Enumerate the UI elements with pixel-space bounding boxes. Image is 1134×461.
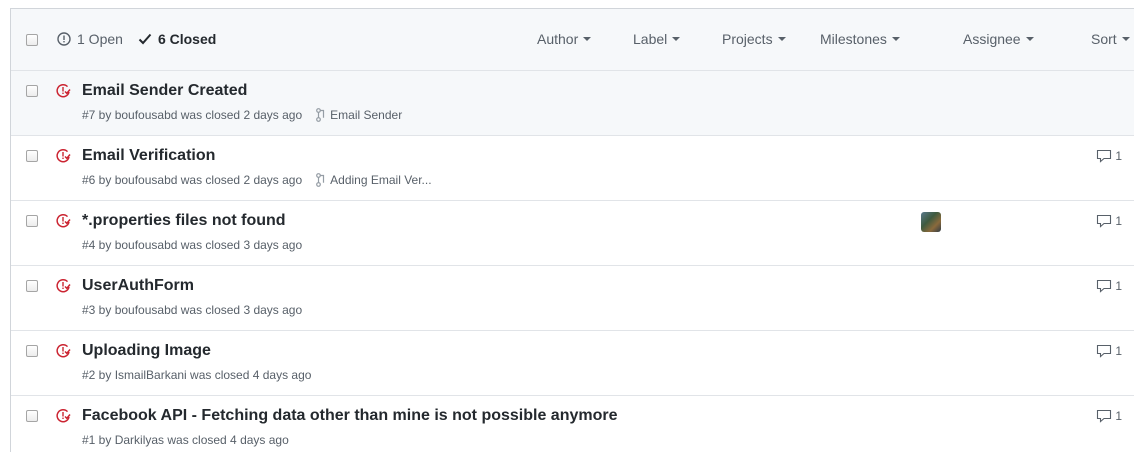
git-pull-request-icon <box>316 108 326 122</box>
issue-meta-text: #3 by boufousabd was closed 3 days ago <box>82 303 303 317</box>
issue-checkbox[interactable] <box>26 85 38 97</box>
comment-count: 1 <box>1115 149 1122 163</box>
issue-checkbox[interactable] <box>26 150 38 162</box>
milestones-filter-label: Milestones <box>820 31 887 47</box>
issue-meta: #3 by boufousabd was closed 3 days ago <box>82 303 302 317</box>
comment-count: 1 <box>1115 279 1122 293</box>
label-filter-label: Label <box>633 31 668 47</box>
closed-issues-label: 6 Closed <box>157 31 217 47</box>
comment-icon <box>1096 279 1112 293</box>
issue-closed-icon <box>55 343 71 364</box>
issue-title[interactable]: Email Sender Created <box>82 82 247 100</box>
linked-pr-label: Email Sender <box>330 108 403 122</box>
author-filter-label: Author <box>537 31 579 47</box>
issue-closed-icon <box>55 213 71 234</box>
issue-closed-icon <box>55 83 71 104</box>
projects-filter[interactable]: Projects <box>722 31 786 47</box>
issue-meta: #1 by Darkilyas was closed 4 days ago <box>82 433 289 447</box>
issue-row: Email Verification #6 by boufousabd was … <box>11 136 1134 201</box>
caret-down-icon <box>672 37 681 41</box>
caret-down-icon <box>891 37 900 41</box>
sort-filter-label: Sort <box>1091 31 1117 47</box>
issue-row: Uploading Image #2 by IsmailBarkani was … <box>11 331 1134 396</box>
check-icon <box>138 33 152 45</box>
author-filter[interactable]: Author <box>537 31 592 47</box>
issue-meta-text: #1 by Darkilyas was closed 4 days ago <box>82 433 289 447</box>
milestones-filter[interactable]: Milestones <box>820 31 900 47</box>
assignee-avatar[interactable] <box>921 212 941 232</box>
comment-count: 1 <box>1115 409 1122 423</box>
linked-pr-label: Adding Email Ver... <box>330 173 432 187</box>
issue-row: Email Sender Created #7 by boufousabd wa… <box>11 71 1134 136</box>
comment-icon <box>1096 409 1112 423</box>
comments-link[interactable]: 1 <box>1096 214 1122 228</box>
projects-filter-label: Projects <box>722 31 773 47</box>
issue-checkbox[interactable] <box>26 345 38 357</box>
issue-checkbox[interactable] <box>26 410 38 422</box>
caret-down-icon <box>1025 37 1034 41</box>
sort-filter[interactable]: Sort <box>1091 31 1130 47</box>
comment-icon <box>1096 149 1112 163</box>
comments-link[interactable]: 1 <box>1096 409 1122 423</box>
caret-down-icon <box>777 37 786 41</box>
issue-meta: #4 by boufousabd was closed 3 days ago <box>82 238 302 252</box>
issue-title[interactable]: UserAuthForm <box>82 277 194 295</box>
git-pull-request-icon <box>316 173 326 187</box>
select-all-checkbox[interactable] <box>26 34 38 46</box>
issue-row: Facebook API - Fetching data other than … <box>11 396 1134 461</box>
issue-meta-text: #4 by boufousabd was closed 3 days ago <box>82 238 303 252</box>
issue-meta-text: #2 by IsmailBarkani was closed 4 days ag… <box>82 368 312 382</box>
label-filter[interactable]: Label <box>633 31 681 47</box>
issues-list: 1 Open 6 Closed Author Label Projects Mi… <box>10 8 1134 452</box>
caret-down-icon <box>583 37 592 41</box>
open-issues-link[interactable]: 1 Open <box>57 31 123 47</box>
issue-title[interactable]: Email Verification <box>82 147 215 165</box>
linked-pr-link[interactable]: Adding Email Ver... <box>316 173 432 187</box>
comments-link[interactable]: 1 <box>1096 149 1122 163</box>
comment-count: 1 <box>1115 344 1122 358</box>
assignee-filter-label: Assignee <box>963 31 1021 47</box>
issues-list-header: 1 Open 6 Closed Author Label Projects Mi… <box>11 9 1134 71</box>
issue-title[interactable]: Facebook API - Fetching data other than … <box>82 407 618 425</box>
state-toggle: 1 Open 6 Closed <box>57 31 216 47</box>
issue-title[interactable]: *.properties files not found <box>82 212 286 230</box>
issue-meta-text: #7 by boufousabd was closed 2 days ago <box>82 108 303 122</box>
comment-icon <box>1096 214 1112 228</box>
issue-checkbox[interactable] <box>26 215 38 227</box>
caret-down-icon <box>1121 37 1130 41</box>
issue-closed-icon <box>55 148 71 169</box>
comment-icon <box>1096 344 1112 358</box>
issue-meta: #7 by boufousabd was closed 2 days ago E… <box>82 108 402 122</box>
open-issues-label: 1 Open <box>77 31 123 47</box>
comments-link[interactable]: 1 <box>1096 344 1122 358</box>
issue-meta-text: #6 by boufousabd was closed 2 days ago <box>82 173 303 187</box>
comments-link[interactable]: 1 <box>1096 279 1122 293</box>
assignee-filter[interactable]: Assignee <box>963 31 1034 47</box>
issue-closed-icon <box>55 278 71 299</box>
issue-closed-icon <box>55 408 71 429</box>
comment-count: 1 <box>1115 214 1122 228</box>
issue-meta: #2 by IsmailBarkani was closed 4 days ag… <box>82 368 311 382</box>
issue-row: UserAuthForm #3 by boufousabd was closed… <box>11 266 1134 331</box>
issue-meta: #6 by boufousabd was closed 2 days ago A… <box>82 173 432 187</box>
issue-checkbox[interactable] <box>26 280 38 292</box>
linked-pr-link[interactable]: Email Sender <box>316 108 402 122</box>
issue-opened-icon <box>57 32 71 46</box>
closed-issues-link[interactable]: 6 Closed <box>138 31 216 47</box>
issue-row: *.properties files not found #4 by boufo… <box>11 201 1134 266</box>
issue-title[interactable]: Uploading Image <box>82 342 211 360</box>
